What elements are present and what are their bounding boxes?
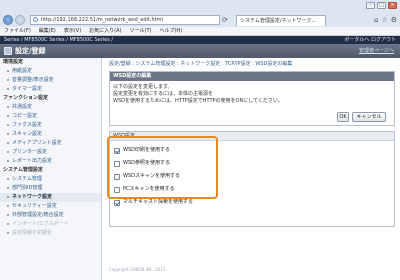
option-row[interactable]: WSDスキャンを使用する [114, 172, 180, 181]
pc-scan-checkbox[interactable] [114, 186, 120, 193]
sidebar-heading-system: システム管理設定 [3, 167, 43, 173]
description-line: 設定変更を有効にするには、本体の主電源を [113, 91, 214, 97]
menu-edit[interactable]: 編集(E) [39, 27, 56, 35]
page-title: 設定/登録 [15, 47, 46, 55]
brand-bar: Series / MF8500C Series / MF8500C Series… [0, 36, 400, 44]
sidebar-item-common[interactable]: 共通設定 [0, 103, 101, 112]
sidebar-heading-function: ファンクション設定 [3, 95, 49, 101]
minimize-icon[interactable]: – [366, 2, 375, 9]
breadcrumb[interactable]: 設定/登録 : システム管理設定 : ネットワーク設定 : TCP/IP設定 :… [109, 61, 292, 68]
settings-icon [4, 47, 12, 55]
sidebar-item-timer[interactable]: タイマー設定 [0, 85, 101, 94]
cancel-button[interactable]: キャンセル [352, 112, 386, 122]
option-row[interactable]: WSD参照を使用する [114, 159, 170, 168]
menu-tools[interactable]: ツール(T) [130, 27, 152, 35]
wsd-scan-checkbox[interactable] [114, 173, 120, 180]
sidebar-item-external-management[interactable]: 外部管理設定/統合設定 [0, 211, 101, 220]
toolbar-icons: ⌂ ☆ ⚙ [374, 16, 397, 24]
address-row: ‹ › http://192.168.222.51/m_network_wsd_… [0, 14, 400, 27]
option-row[interactable]: PCスキャンを使用する [114, 185, 175, 194]
section-heading: WSD設定 [110, 132, 394, 141]
panel-title: WSD設定の編集 [110, 72, 394, 81]
address-bar[interactable]: http://192.168.222.51/m_network_wsd_edit… [30, 15, 220, 25]
settings-gear-icon[interactable]: ⚙ [391, 16, 397, 24]
admin-page-link[interactable]: 管理者ページへ [359, 44, 394, 58]
option-row[interactable]: マルチキャスト探索を使用する [114, 198, 193, 207]
menu-favorites[interactable]: お気に入り(A) [89, 27, 121, 35]
sidebar-item-network[interactable]: ネットワーク設定 [0, 193, 101, 202]
sidebar-item-volume-display[interactable]: 音量調整/表示設定 [0, 76, 101, 85]
menu-file[interactable]: ファイル(F) [4, 27, 31, 35]
menu-help[interactable]: ヘルプ(H) [159, 27, 182, 35]
option-label: PCスキャンを使用する [123, 186, 175, 192]
sidebar-item-paper[interactable]: 用紙設定 [0, 67, 101, 76]
device-series: Series / MF8500C Series / MF8500C Series… [4, 37, 114, 43]
option-label: WSD参照を使用する [123, 160, 170, 166]
sidebar-heading-environment: 環境設定 [3, 59, 24, 65]
forward-button[interactable]: › [15, 15, 25, 25]
window-controls: – □ × [366, 2, 397, 9]
sidebar-item-initialize[interactable]: 設定情報を初期化 [0, 229, 101, 238]
home-icon[interactable]: ⌂ [374, 16, 378, 24]
description-line: WSDを使用するためには、HTTP設定でHTTPの使用をONにしてください。 [113, 98, 283, 104]
url-text: http://192.168.222.51/m_network_wsd_edit… [41, 17, 163, 23]
sidebar-item-report[interactable]: レポート出力設定 [0, 157, 101, 166]
browser-tab[interactable]: システム管理設定/ネットワーク… [236, 15, 326, 26]
wsd-print-checkbox[interactable] [114, 147, 120, 154]
sidebar-item-security[interactable]: セキュリティー設定 [0, 202, 101, 211]
sidebar-item-media-print[interactable]: メディアプリント設定 [0, 139, 101, 148]
wsd-settings-section: WSD設定 WSD印刷を使用する WSD参照を使用する WSDスキャンを使用する… [109, 131, 395, 227]
maximize-icon[interactable]: □ [377, 2, 386, 9]
back-button[interactable]: ‹ [3, 15, 13, 25]
option-row[interactable]: WSD印刷を使用する [114, 146, 170, 155]
copyright: Copyright CANON INC. 2013 [109, 267, 166, 272]
edit-panel: WSD設定の編集 以下の設定を変更します。 設定変更を有効にするには、本体の主電… [109, 71, 395, 126]
page-header: 設定/登録 管理者ページへ [0, 44, 400, 58]
multicast-discovery-checkbox[interactable] [114, 199, 120, 206]
option-label: WSDスキャンを使用する [123, 173, 180, 179]
sidebar-item-printer[interactable]: プリンター設定 [0, 148, 101, 157]
favorites-star-icon[interactable]: ☆ [381, 16, 387, 24]
option-label: WSD印刷を使用する [123, 147, 170, 153]
sidebar-item-fax[interactable]: ファクス設定 [0, 121, 101, 130]
portal-logout-links[interactable]: ポータルへ ログアウト [344, 36, 396, 44]
page-icon [33, 17, 38, 22]
main-content: 設定/登録 : システム管理設定 : ネットワーク設定 : TCP/IP設定 :… [103, 58, 400, 280]
ok-button[interactable]: OK [337, 112, 349, 122]
close-icon[interactable]: × [388, 2, 397, 9]
wsd-browse-checkbox[interactable] [114, 160, 120, 167]
description-line: 以下の設定を変更します。 [113, 84, 173, 90]
sidebar: 環境設定 用紙設定 音量調整/表示設定 タイマー設定 ファンクション設定 共通設… [0, 58, 102, 280]
sidebar-item-copy[interactable]: コピー設定 [0, 112, 101, 121]
sidebar-item-scan[interactable]: スキャン設定 [0, 130, 101, 139]
sidebar-item-department-id[interactable]: 部門別ID管理 [0, 184, 101, 193]
sidebar-item-system-management[interactable]: システム管理 [0, 175, 101, 184]
menu-view[interactable]: 表示(V) [64, 27, 81, 35]
panel-description: 以下の設定を変更します。 設定変更を有効にするには、本体の主電源を WSDを使用… [113, 84, 283, 105]
browser-titlebar: – □ × [0, 0, 400, 14]
sidebar-item-import-export[interactable]: インポート/エクスポート [0, 220, 101, 229]
menu-bar: ファイル(F) 編集(E) 表示(V) お気に入り(A) ツール(T) ヘルプ(… [0, 27, 400, 36]
option-label: マルチキャスト探索を使用する [123, 199, 194, 205]
refresh-icon[interactable]: ⟳ [222, 16, 228, 24]
